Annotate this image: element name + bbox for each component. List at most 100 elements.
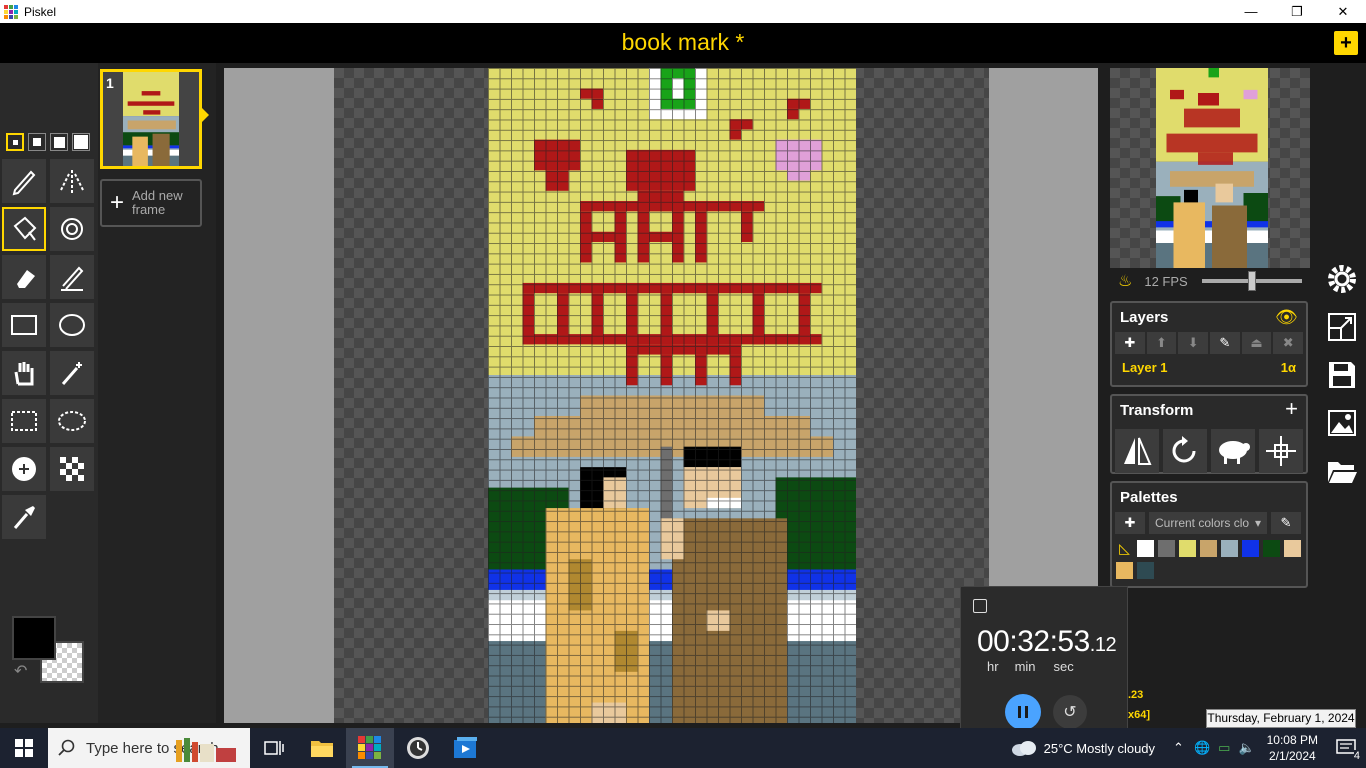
rotate-button[interactable] (1163, 429, 1207, 473)
eye-icon[interactable]: 👁 (1275, 307, 1298, 328)
pen-size-3[interactable] (50, 133, 68, 151)
close-button[interactable]: ✕ (1320, 0, 1366, 23)
resize-button[interactable] (1318, 303, 1366, 351)
export-button[interactable] (1318, 399, 1366, 447)
pause-button[interactable] (1005, 694, 1041, 730)
task-view-button[interactable] (250, 728, 298, 768)
frame-thumbnail-image (123, 72, 179, 166)
add-palette-button[interactable]: ✚ (1115, 512, 1145, 534)
rectangle-selection-tool[interactable] (2, 399, 46, 443)
move-layer-up-button[interactable]: ⬆ (1146, 332, 1177, 354)
folder-icon (1328, 462, 1357, 483)
edit-palette-button[interactable]: ✎ (1271, 512, 1301, 534)
sprite-canvas[interactable] (488, 68, 856, 723)
lighten-icon (12, 457, 36, 481)
pen-size-4[interactable] (72, 133, 90, 151)
add-frame-button[interactable]: + Add new frame (100, 179, 202, 227)
layer-opacity[interactable]: 1α (1281, 360, 1296, 375)
lasso-selection-tool[interactable] (50, 399, 94, 443)
save-button[interactable] (1318, 351, 1366, 399)
fps-slider[interactable] (1201, 271, 1302, 291)
palette-swatch[interactable] (1200, 540, 1217, 557)
new-sprite-button[interactable]: + (1334, 31, 1358, 55)
piskel-taskbar-button[interactable] (346, 728, 394, 768)
palette-select[interactable]: Current colors clo ▾ (1149, 512, 1267, 534)
spiral-bucket-icon (61, 218, 83, 240)
app-header: book mark * + (0, 23, 1366, 63)
palette-swatch[interactable] (1221, 540, 1238, 557)
rename-layer-button[interactable]: ✎ (1210, 332, 1240, 354)
onion-skin-icon[interactable]: ♨ (1118, 271, 1132, 291)
palette-swatch[interactable] (1284, 540, 1301, 557)
primary-color[interactable] (12, 616, 56, 660)
palette-swatch[interactable] (1158, 540, 1175, 557)
floppy-disk-icon (1329, 362, 1355, 388)
minimize-button[interactable]: — (1228, 0, 1274, 23)
swap-colors-icon[interactable]: ↶ (14, 661, 27, 681)
circle-tool[interactable] (50, 303, 94, 347)
add-frame-label: Add new frame (132, 188, 183, 217)
merge-layer-button[interactable]: ⏏ (1241, 332, 1272, 354)
reset-button[interactable]: ↺ (1053, 695, 1087, 729)
frame-thumbnail[interactable]: 1 (100, 69, 202, 169)
clone-button[interactable] (1211, 429, 1255, 473)
move-tool[interactable] (2, 351, 46, 395)
battery-icon[interactable]: ▭ (1218, 740, 1230, 756)
paint-bucket-tool[interactable] (2, 207, 46, 251)
fps-slider-thumb[interactable] (1247, 271, 1256, 291)
flip-button[interactable] (1115, 429, 1159, 473)
palette-tool-icon[interactable]: ◺ (1116, 540, 1133, 557)
palette-swatch[interactable] (1137, 562, 1154, 579)
palette-swatches: ◺ (1112, 534, 1306, 585)
stopwatch-fraction: .12 (1089, 634, 1117, 656)
globe-icon[interactable]: 🌐 (1194, 740, 1210, 756)
mirror-pen-icon (60, 170, 84, 194)
file-explorer-button[interactable] (298, 728, 346, 768)
animation-preview[interactable] (1110, 68, 1310, 268)
rectangle-tool[interactable] (2, 303, 46, 347)
pen-tool[interactable] (2, 159, 46, 203)
move-layer-down-button[interactable]: ⬇ (1178, 332, 1209, 354)
notification-button[interactable]: 4 (1326, 728, 1366, 768)
delete-layer-button[interactable]: ✖ (1273, 332, 1304, 354)
shape-selection-tool[interactable] (50, 351, 94, 395)
restore-button[interactable]: ❐ (1274, 0, 1320, 23)
stopwatch-time: 00:32:53.12 (977, 625, 1117, 659)
palette-swatch[interactable] (1242, 540, 1259, 557)
pen-size-1[interactable] (6, 133, 24, 151)
taskbar-search[interactable]: Type here to search (48, 728, 250, 768)
pen-size-picker (6, 133, 90, 151)
taskbar-clock[interactable]: 10:08 PM 2/1/2024 (1267, 732, 1318, 764)
color-picker-tool[interactable] (2, 495, 46, 539)
clock-app-button[interactable] (394, 728, 442, 768)
layer-item[interactable]: Layer 1 1α (1112, 354, 1306, 381)
eraser-tool[interactable] (2, 255, 46, 299)
mirror-pen-tool[interactable] (50, 159, 94, 203)
palette-swatch[interactable] (1179, 540, 1196, 557)
stopwatch-main: 00:32:53 (977, 625, 1090, 658)
import-button[interactable] (1318, 447, 1366, 495)
expand-icon[interactable] (973, 599, 987, 613)
pen-size-2[interactable] (28, 133, 46, 151)
unit-sec: sec (1053, 659, 1074, 674)
paint-same-color-tool[interactable] (50, 207, 94, 251)
palette-selected: Current colors clo (1155, 516, 1250, 530)
palette-swatch[interactable] (1116, 562, 1133, 579)
volume-icon[interactable]: 🔈 (1238, 740, 1254, 756)
settings-button[interactable] (1318, 255, 1366, 303)
document-title[interactable]: book mark * (0, 29, 1366, 56)
add-layer-button[interactable]: ✚ (1115, 332, 1145, 354)
stroke-tool[interactable] (50, 255, 94, 299)
pause-icon (1018, 706, 1028, 718)
plus-icon[interactable]: + (1285, 396, 1298, 422)
start-button[interactable] (0, 728, 48, 768)
center-button[interactable] (1259, 429, 1303, 473)
video-editor-button[interactable] (442, 728, 490, 768)
weather-widget[interactable]: 25°C Mostly cloudy (1010, 739, 1155, 757)
dithering-tool[interactable] (50, 447, 94, 491)
palette-swatch[interactable] (1137, 540, 1154, 557)
chevron-up-icon[interactable]: ⌃ (1173, 740, 1184, 756)
palette-swatch[interactable] (1263, 540, 1280, 557)
rotate-icon (1172, 436, 1196, 463)
lighten-tool[interactable] (2, 447, 46, 491)
